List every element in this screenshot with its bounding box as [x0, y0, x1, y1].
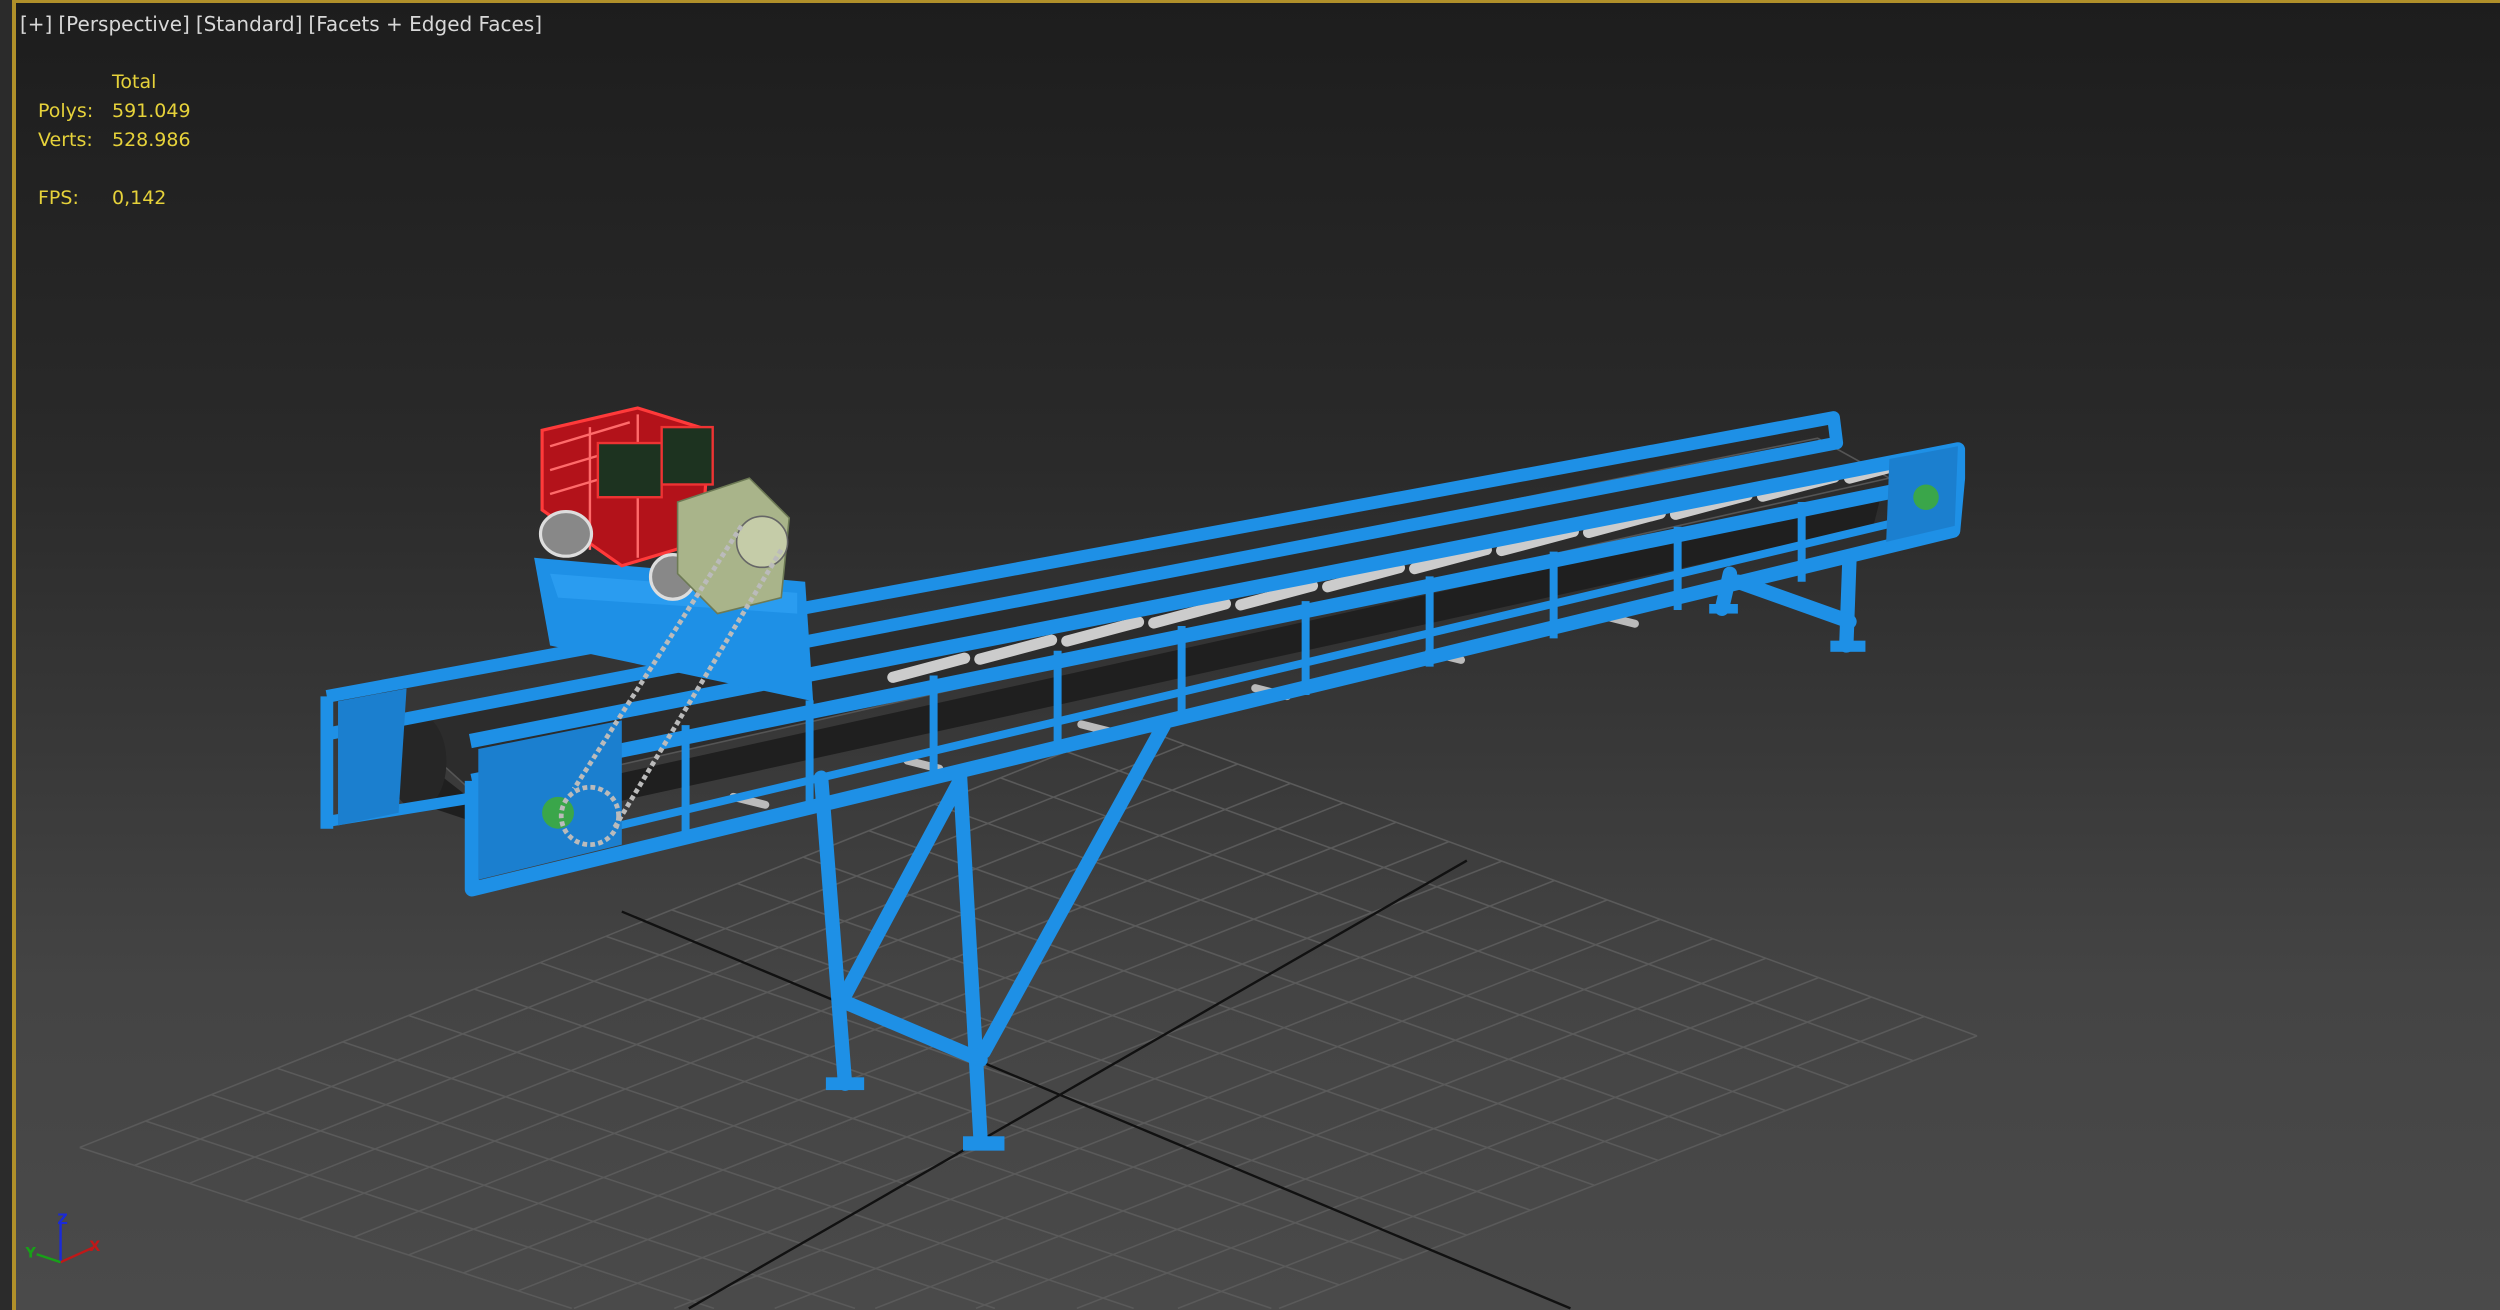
polys-value: 591.049	[112, 100, 191, 122]
stats-header: Total	[112, 71, 157, 93]
axis-gizmo: Z X Y	[25, 1212, 100, 1264]
fps-label: FPS:	[38, 187, 79, 209]
verts-value: 528.986	[112, 129, 191, 151]
statistics-overlay: Total Polys: 591.049 Verts: 528.986 FPS: 0,…	[38, 68, 191, 213]
grid-line	[1131, 724, 1978, 1037]
fps-value: 0,142	[112, 187, 167, 209]
scene-3d[interactable]: Z X Y	[0, 0, 2500, 1310]
axis-y-label: Y	[25, 1245, 37, 1261]
viewport-display-mode-menu[interactable]: [Facets + Edged Faces]	[308, 12, 542, 36]
grid-line	[145, 1120, 715, 1310]
grid-line	[1000, 777, 1850, 1087]
grid-line	[934, 803, 1786, 1112]
grid-line	[79, 1146, 573, 1310]
grid-line	[1065, 750, 1914, 1062]
grid-line	[211, 1093, 856, 1310]
bearing-icon	[1913, 484, 1939, 510]
axis-x-label: X	[89, 1239, 100, 1255]
viewport-view-menu[interactable]: [Perspective]	[58, 12, 189, 36]
grid-line	[1177, 1015, 1925, 1310]
viewport-shading-standard-menu[interactable]: [Standard]	[196, 12, 303, 36]
viewport-plus-menu[interactable]: [+]	[20, 12, 52, 36]
bearing-icon	[542, 796, 574, 829]
axis-z-label: Z	[57, 1212, 67, 1228]
verts-label: Verts:	[38, 129, 93, 151]
grid-line	[802, 856, 1659, 1162]
viewport-label-menu: [+] [Perspective] [Standard] [Facets + Edge…	[20, 12, 548, 36]
polys-label: Polys:	[38, 100, 94, 122]
grid-line	[673, 918, 1661, 1310]
side-plate	[338, 688, 407, 826]
grid-line	[1278, 1035, 1978, 1310]
grid-line	[868, 829, 1723, 1137]
grid-line	[342, 1041, 1134, 1310]
